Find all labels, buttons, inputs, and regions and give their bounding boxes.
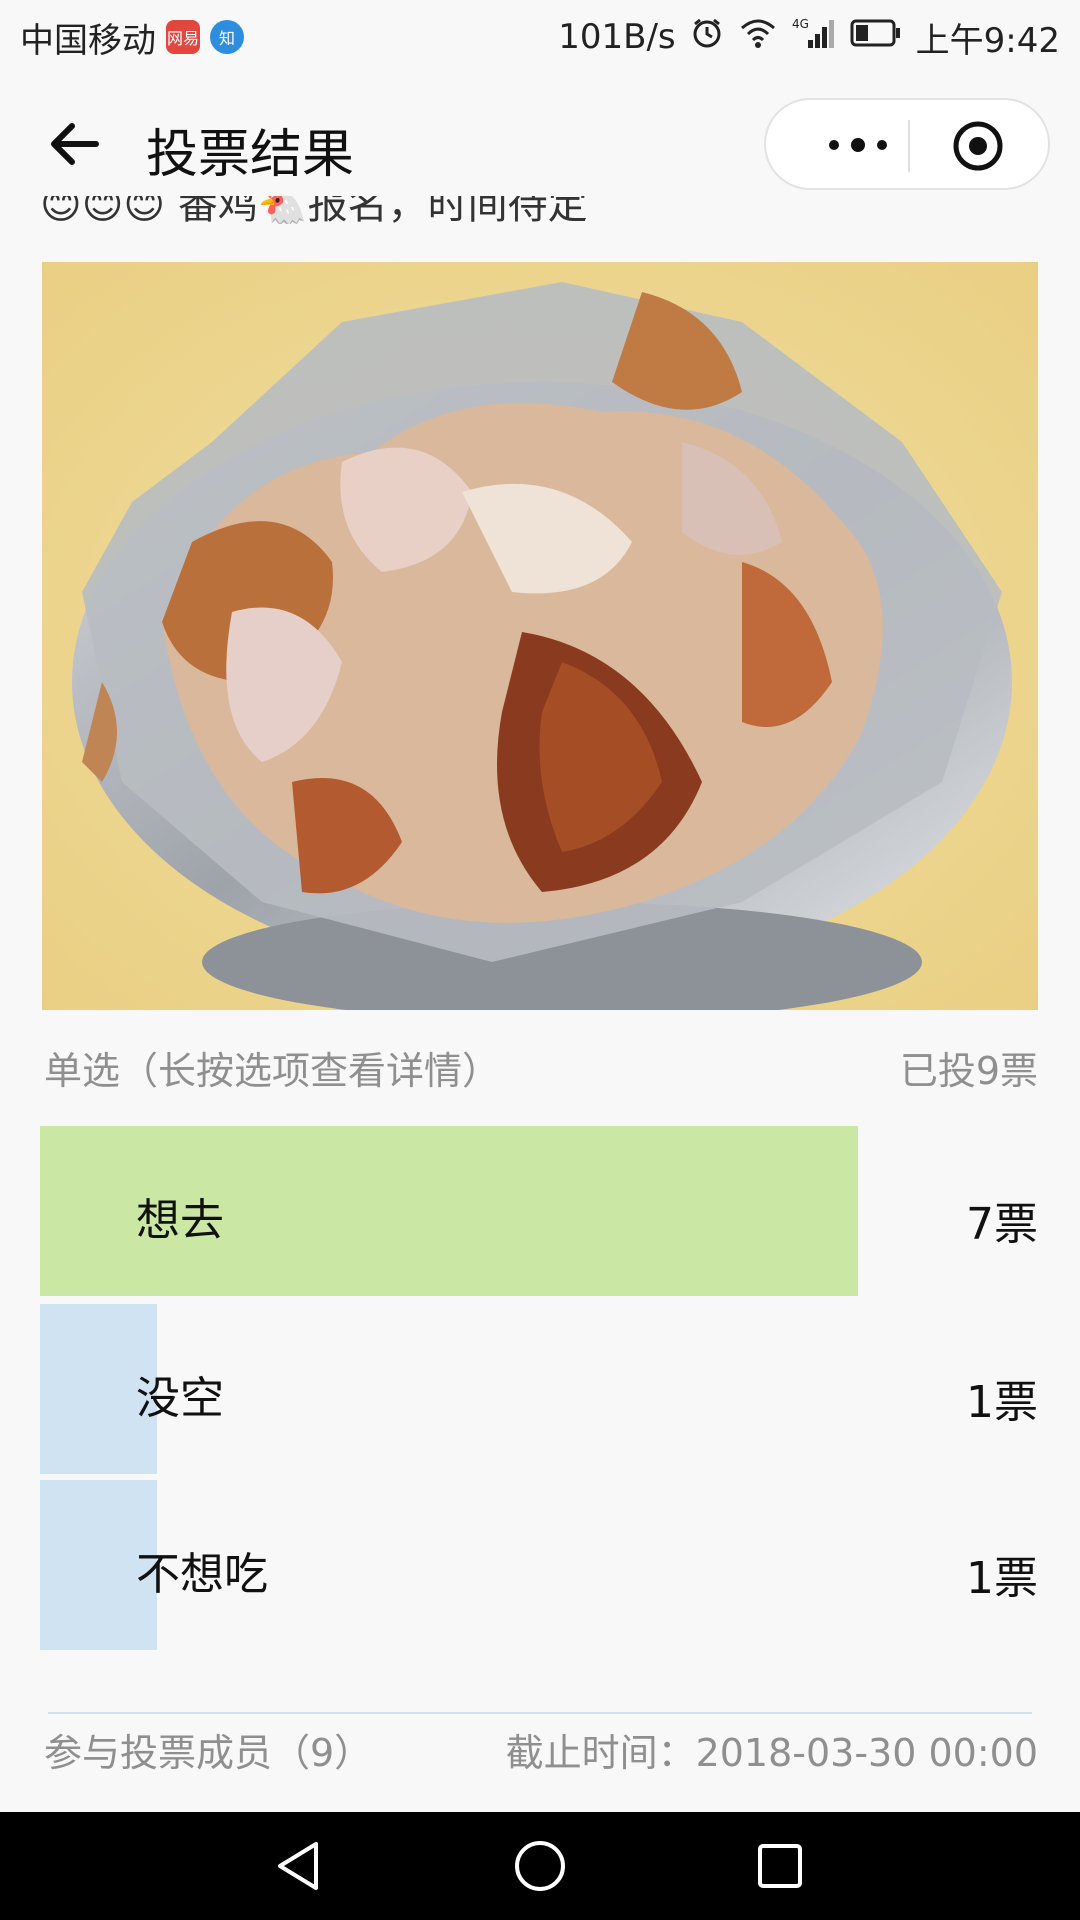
poll-option-2[interactable]: 没空 1票: [40, 1304, 1038, 1474]
post-photo-roast-chicken[interactable]: [42, 262, 1038, 1010]
zhihu-app-icon: 知: [210, 20, 244, 54]
status-bar: 中国移动 网易 知 101B/s 4G 上午9:42: [0, 0, 1080, 74]
poll-deadline: 截止时间：2018-03-30 00:00: [505, 1731, 1038, 1775]
post-text-partial: 😊😊😊 番鸡🐔报名，时间待定: [40, 196, 1040, 224]
poll-option-label: 不想吃: [136, 1549, 268, 1600]
capsule-divider: [908, 120, 910, 172]
carrier-label: 中国移动: [20, 20, 156, 61]
poll-option-3[interactable]: 不想吃 1票: [40, 1480, 1038, 1650]
page-title: 投票结果: [146, 125, 355, 185]
footer-divider: [48, 1712, 1032, 1714]
system-nav-bar: [0, 1812, 1080, 1920]
back-triangle-icon[interactable]: [270, 1836, 330, 1896]
post-text: 😊😊😊 番鸡🐔报名，时间待定: [40, 196, 588, 224]
battery-icon: [850, 17, 902, 57]
poll-members-link[interactable]: 参与投票成员（9）: [44, 1722, 372, 1777]
network-speed: 101B/s: [558, 17, 676, 57]
status-left: 中国移动 网易 知: [20, 14, 244, 61]
clock-time: 上午9:42: [915, 20, 1060, 61]
home-circle-icon[interactable]: [510, 1836, 570, 1896]
poll-option-label: 想去: [136, 1195, 224, 1246]
poll-footer: 参与投票成员（9） 截止时间：2018-03-30 00:00: [44, 1722, 1038, 1776]
nav-bar: 投票结果: [0, 74, 1080, 214]
more-dots-icon[interactable]: [806, 120, 910, 170]
close-target-icon[interactable]: [952, 120, 1004, 172]
poll-option-1[interactable]: 想去 7票: [40, 1126, 1038, 1296]
recents-square-icon[interactable]: [750, 1836, 810, 1896]
poll-option-count: 1票: [966, 1553, 1038, 1604]
miniprogram-capsule: [764, 98, 1050, 190]
alarm-icon: [690, 16, 724, 59]
poll-option-count: 7票: [966, 1199, 1038, 1250]
netease-app-icon: 网易: [166, 20, 200, 54]
wifi-icon: [738, 16, 778, 59]
svg-text:4G: 4G: [792, 17, 809, 31]
poll-option-count: 1票: [966, 1377, 1038, 1428]
poll-total-votes: 已投9票: [899, 1049, 1038, 1093]
status-right: 101B/s 4G 上午9:42: [558, 14, 1060, 61]
back-arrow-icon[interactable]: [44, 114, 104, 174]
poll-type-hint: 单选（长按选项查看详情）: [44, 1049, 501, 1093]
signal-icon: 4G: [792, 16, 836, 59]
poll-option-label: 没空: [136, 1373, 224, 1424]
poll-info-row: 单选（长按选项查看详情） 已投9票: [44, 1040, 1038, 1094]
